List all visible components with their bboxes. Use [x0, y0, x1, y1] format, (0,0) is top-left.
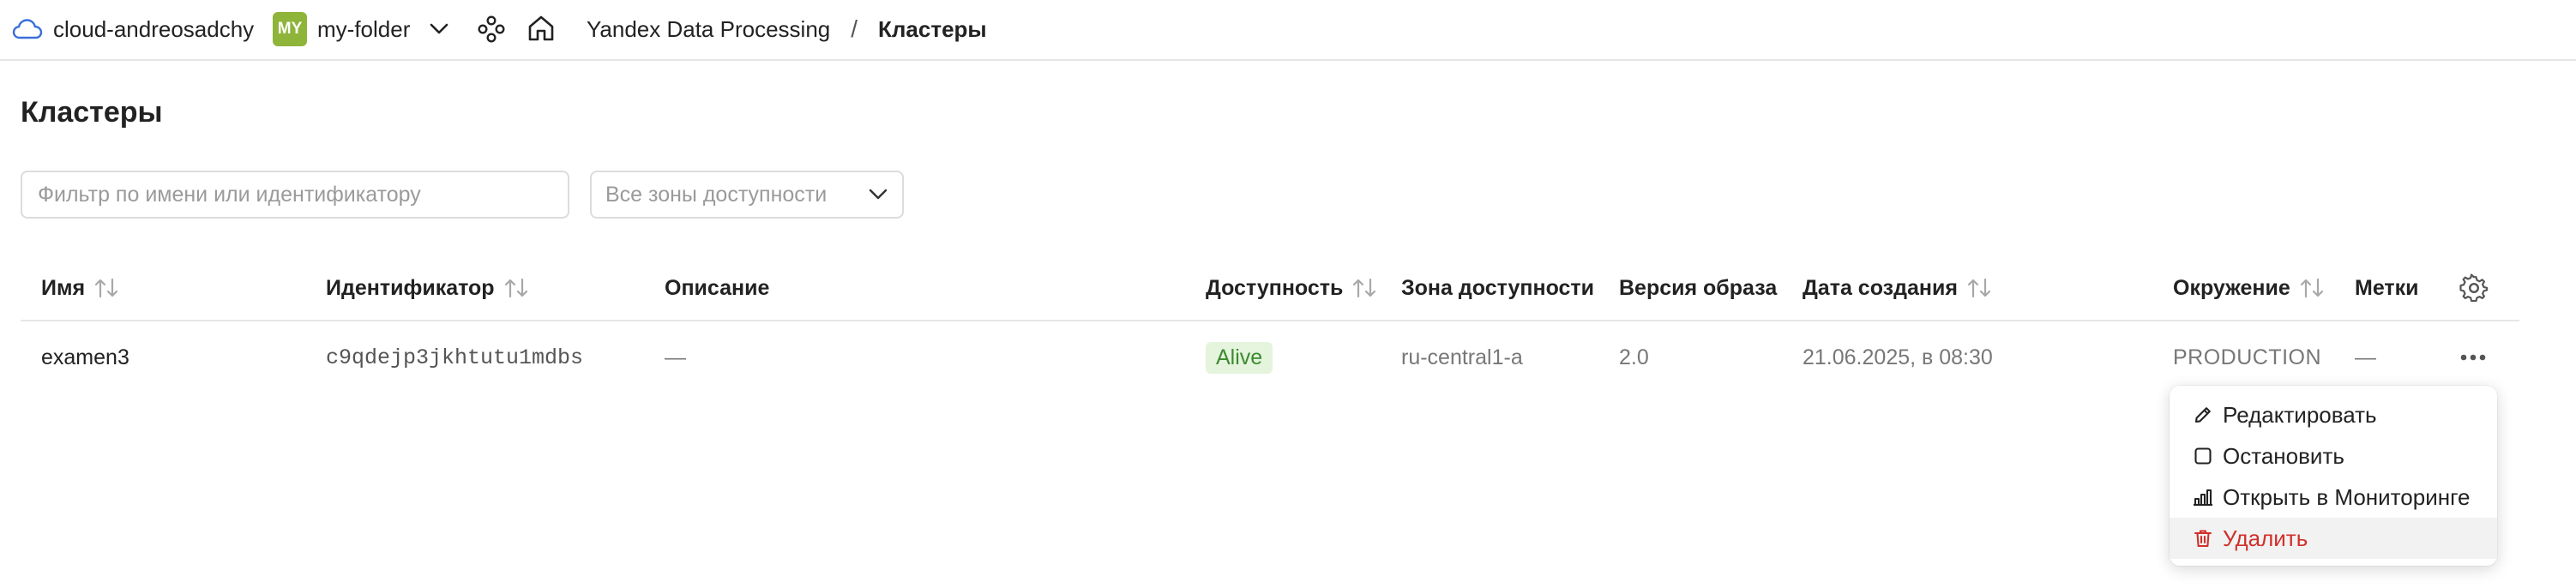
- cluster-environment: PRODUCTION: [2173, 345, 2322, 369]
- column-header-label: Дата создания: [1803, 275, 1958, 300]
- cluster-image-version: 2.0: [1619, 345, 1649, 369]
- sort-icon: [93, 277, 119, 299]
- menu-item-delete[interactable]: Удалить: [2170, 518, 2497, 559]
- column-header-label: Доступность: [1206, 275, 1344, 300]
- search-input[interactable]: [21, 171, 569, 219]
- sort-icon: [503, 277, 529, 299]
- folder-name: my-folder: [317, 15, 411, 42]
- more-horizontal-icon: [2459, 353, 2487, 362]
- column-header-label: Метки: [2355, 275, 2419, 300]
- table-header-divider: [21, 320, 2519, 321]
- column-header-label: Версия образа: [1619, 275, 1778, 300]
- folder-badge: MY: [273, 12, 307, 46]
- column-header-name[interactable]: Имя: [41, 273, 119, 303]
- status-badge: Alive: [1206, 341, 1273, 374]
- menu-item-stop[interactable]: Остановить: [2170, 435, 2497, 477]
- column-header-created[interactable]: Дата создания: [1803, 273, 1992, 303]
- cluster-name[interactable]: examen3: [41, 341, 129, 374]
- services-icon[interactable]: [477, 12, 506, 46]
- column-header-zone: Зона доступности: [1401, 273, 1594, 303]
- column-header-availability[interactable]: Доступность: [1206, 273, 1377, 303]
- menu-item-label: Открыть в Мониторинге: [2223, 483, 2471, 510]
- column-header-labels: Метки: [2355, 273, 2419, 303]
- row-actions-button[interactable]: [2459, 341, 2487, 374]
- column-header-label: Окружение: [2173, 275, 2290, 300]
- column-header-label: Зона доступности: [1401, 275, 1595, 300]
- trash-icon: [2192, 527, 2214, 549]
- cluster-labels: —: [2355, 345, 2376, 369]
- gear-icon: [2459, 273, 2489, 303]
- row-actions-menu: Редактировать Остановить Открыть в Монит…: [2170, 386, 2497, 566]
- zone-select[interactable]: Все зоны доступности: [590, 171, 904, 219]
- menu-item-label: Редактировать: [2223, 401, 2377, 428]
- column-header-description: Описание: [665, 273, 769, 303]
- home-icon[interactable]: [527, 11, 556, 45]
- cluster-id[interactable]: c9qdejp3jkhtutu1mdbs: [326, 341, 583, 374]
- bar-chart-icon: [2192, 486, 2214, 508]
- cloud-switcher[interactable]: cloud-andreosadchy: [12, 12, 254, 46]
- pencil-icon: [2192, 404, 2214, 426]
- breadcrumb-current: Кластеры: [878, 15, 987, 42]
- column-header-label: Имя: [41, 275, 86, 300]
- sort-icon: [1966, 277, 1992, 299]
- column-header-image-version: Версия образа: [1619, 273, 1777, 303]
- column-header-label: Описание: [665, 275, 770, 300]
- breadcrumb-separator: /: [851, 15, 858, 42]
- folder-switcher[interactable]: MY my-folder: [273, 9, 449, 49]
- menu-item-label: Остановить: [2223, 442, 2344, 469]
- menu-item-edit[interactable]: Редактировать: [2170, 394, 2497, 435]
- breadcrumb: Yandex Data Processing / Кластеры: [587, 12, 987, 46]
- chevron-down-icon: [868, 188, 888, 201]
- zone-select-value: Все зоны доступности: [605, 182, 828, 207]
- breadcrumb-service[interactable]: Yandex Data Processing: [587, 16, 830, 43]
- menu-item-label: Удалить: [2223, 525, 2308, 551]
- stop-square-icon: [2192, 445, 2214, 467]
- table-settings-button[interactable]: [2459, 273, 2489, 303]
- cluster-description: —: [665, 345, 686, 369]
- cloud-icon: [12, 18, 43, 40]
- column-header-id[interactable]: Идентификатор: [326, 273, 529, 303]
- sort-icon: [1351, 277, 1377, 299]
- column-header-environment[interactable]: Окружение: [2173, 273, 2325, 303]
- column-header-label: Идентификатор: [326, 275, 495, 300]
- availability-cell: Alive: [1206, 341, 1273, 374]
- cloud-name: cloud-andreosadchy: [53, 15, 255, 42]
- cluster-created: 21.06.2025, в 08:30: [1803, 345, 1993, 369]
- sort-icon: [2299, 277, 2325, 299]
- chevron-down-icon: [429, 22, 449, 36]
- cluster-zone: ru-central1-a: [1401, 345, 1523, 369]
- page-title: Кластеры: [21, 96, 163, 129]
- menu-item-monitoring[interactable]: Открыть в Мониторинге: [2170, 477, 2497, 518]
- top-header: cloud-andreosadchy MY my-folder Yandex D…: [0, 0, 2576, 61]
